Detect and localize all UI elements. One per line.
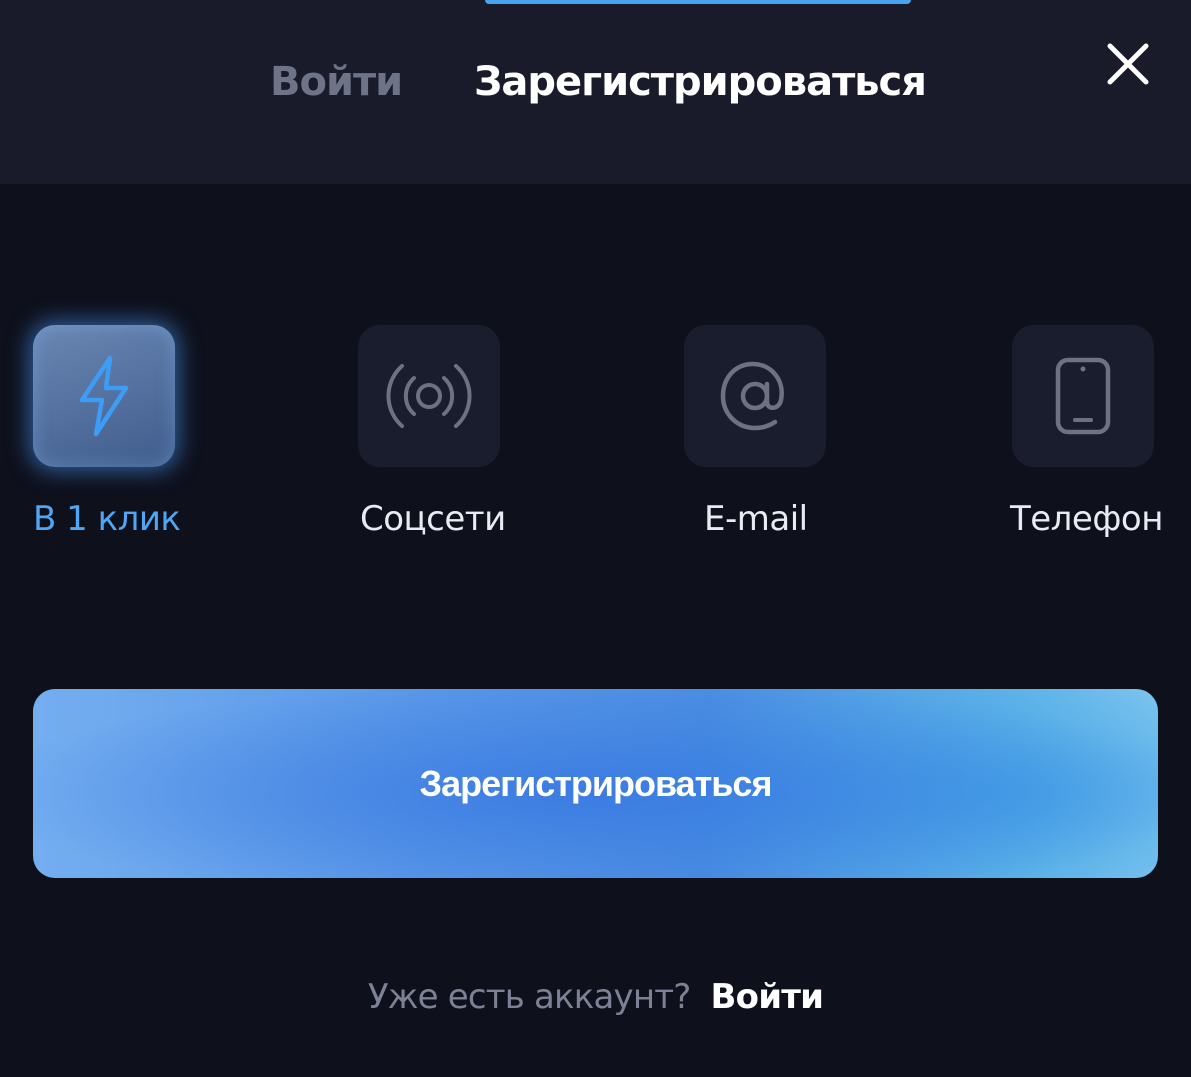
method-one-click[interactable]: В 1 клик (33, 325, 183, 545)
method-tile (1012, 325, 1154, 467)
registration-modal: Войти Зарегистрироваться В 1 клик Соцсет… (0, 0, 1191, 1077)
method-email[interactable]: E-mail (684, 325, 834, 545)
footer-login-prompt: Уже есть аккаунт? Войти (0, 970, 1191, 1024)
lightning-icon (79, 355, 129, 437)
register-button[interactable]: Зарегистрироваться (33, 689, 1158, 878)
method-tile (33, 325, 175, 467)
close-button[interactable] (1100, 36, 1156, 92)
tab-login[interactable]: Войти (270, 52, 410, 112)
modal-header: Войти Зарегистрироваться (0, 0, 1191, 184)
method-label: E-mail (704, 499, 808, 539)
method-label: Телефон (1010, 499, 1163, 539)
tab-register[interactable]: Зарегистрироваться (474, 52, 927, 112)
method-label: Соцсети (360, 499, 506, 539)
register-button-label: Зарегистрироваться (419, 762, 773, 804)
method-phone[interactable]: Телефон (1010, 325, 1182, 545)
broadcast-icon (386, 364, 472, 428)
method-label: В 1 клик (33, 499, 181, 539)
drag-handle (485, 0, 911, 4)
phone-icon (1055, 357, 1111, 435)
method-tile (684, 325, 826, 467)
close-icon (1107, 43, 1149, 85)
method-social[interactable]: Соцсети (358, 325, 508, 545)
footer-login-link[interactable]: Войти (711, 977, 824, 1017)
method-tile (358, 325, 500, 467)
footer-question: Уже есть аккаунт? (367, 977, 691, 1017)
at-sign-icon (720, 361, 784, 431)
